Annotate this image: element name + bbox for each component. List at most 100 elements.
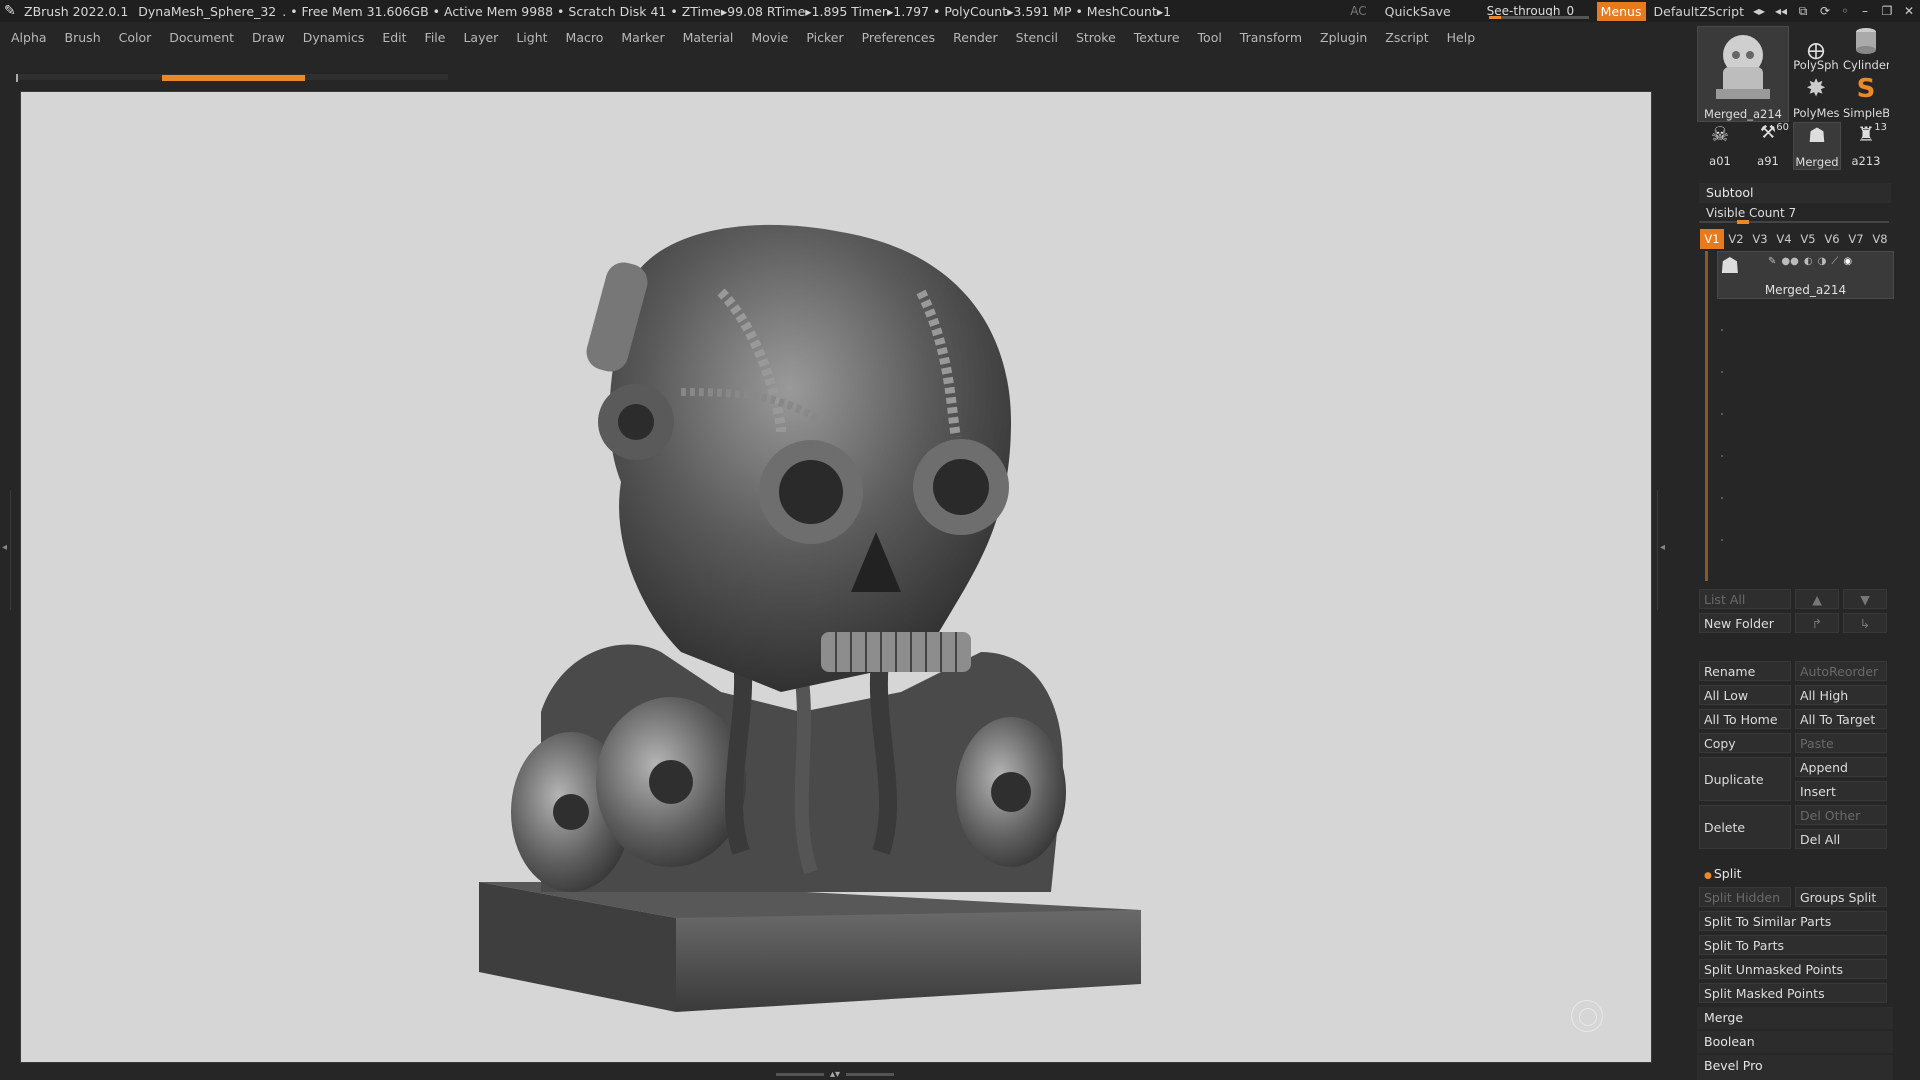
menu-texture[interactable]: Texture [1123,30,1187,45]
gyro-navigation-icon[interactable] [1571,1000,1603,1032]
menu-edit[interactable]: Edit [371,30,413,45]
current-tool-thumbnail[interactable]: Merged_a214 [1697,26,1789,122]
solo-toggle-icon[interactable]: ◐ [1804,256,1813,267]
menu-layer[interactable]: Layer [452,30,505,45]
menu-preferences[interactable]: Preferences [851,30,943,45]
all-high-button[interactable]: All High [1795,685,1887,705]
move-up-arrow-icon[interactable]: ▲ [1795,589,1839,609]
split-unmasked-points-button[interactable]: Split Unmasked Points [1699,959,1887,979]
split-hidden-button[interactable]: Split Hidden [1699,887,1791,907]
menu-macro[interactable]: Macro [555,30,611,45]
restore-icon[interactable]: ❐ [1876,4,1898,18]
duplicate-button[interactable]: Duplicate [1699,757,1791,801]
list-all-button[interactable]: List All [1699,589,1791,609]
tab-v3[interactable]: V3 [1748,229,1772,249]
tool-a91[interactable]: 60 ⚒ a91 [1745,122,1791,168]
tab-v7[interactable]: V7 [1844,229,1868,249]
menu-zscript[interactable]: Zscript [1374,30,1435,45]
bottom-tray-handle[interactable]: ▴▾ [770,1069,900,1080]
folder-out-icon[interactable]: ↱ [1795,613,1839,633]
folder-in-icon[interactable]: ↳ [1843,613,1887,633]
tab-v6[interactable]: V6 [1820,229,1844,249]
subtool-list-scrollbar[interactable] [1705,251,1708,581]
layout-swap-icon[interactable]: ⧉ [1792,4,1814,19]
quicksave-button[interactable]: QuickSave [1377,4,1459,19]
menu-picker[interactable]: Picker [795,30,850,45]
help-circle-icon[interactable]: ◦ [1836,4,1854,18]
merge-section-header[interactable]: Merge [1697,1007,1893,1029]
minimize-icon[interactable]: – [1854,4,1876,18]
split-masked-points-button[interactable]: Split Masked Points [1699,983,1887,1003]
tool-simplebrush[interactable]: S SimpleB [1843,74,1889,120]
menu-help[interactable]: Help [1436,30,1483,45]
layout-wide-icon[interactable]: ◂◂ [1770,4,1792,18]
tool-a213[interactable]: 13 ♜ a213 [1843,122,1889,168]
tool-cylinder[interactable]: Cylinder [1843,26,1889,72]
rename-button[interactable]: Rename [1699,661,1791,681]
menu-render[interactable]: Render [942,30,1005,45]
groups-split-button[interactable]: Groups Split [1795,887,1887,907]
menu-document[interactable]: Document [158,30,241,45]
lock-toggle-icon[interactable]: ⟋ [1831,256,1838,267]
tool-polysphere[interactable]: 🜨 PolySph [1793,26,1839,72]
menu-material[interactable]: Material [672,30,741,45]
append-button[interactable]: Append [1795,757,1887,777]
tab-v4[interactable]: V4 [1772,229,1796,249]
menu-light[interactable]: Light [505,30,554,45]
menu-alpha[interactable]: Alpha [0,30,54,45]
new-folder-button[interactable]: New Folder [1699,613,1791,633]
menu-stencil[interactable]: Stencil [1005,30,1065,45]
insert-button[interactable]: Insert [1795,781,1887,801]
all-to-home-button[interactable]: All To Home [1699,709,1791,729]
tab-v1[interactable]: V1 [1700,229,1724,249]
tab-v8[interactable]: V8 [1868,229,1892,249]
menu-brush[interactable]: Brush [54,30,108,45]
tool-a01[interactable]: ☠ a01 [1697,122,1743,168]
menu-marker[interactable]: Marker [610,30,671,45]
menu-movie[interactable]: Movie [740,30,795,45]
visible-count-slider[interactable]: Visible Count 7 [1699,204,1891,222]
see-through-slider[interactable]: See-through 0 [1481,0,1593,22]
move-down-arrow-icon[interactable]: ▼ [1843,589,1887,609]
tab-v5[interactable]: V5 [1796,229,1820,249]
ac-indicator[interactable]: AC [1340,4,1376,18]
subtool-header[interactable]: Subtool [1699,183,1891,203]
del-other-button[interactable]: Del Other [1795,805,1887,825]
menu-transform[interactable]: Transform [1229,30,1309,45]
all-low-button[interactable]: All Low [1699,685,1791,705]
tool-merged[interactable]: ☗ Merged [1793,122,1841,170]
boolean-section-header[interactable]: Boolean [1697,1031,1893,1053]
menu-stroke[interactable]: Stroke [1065,30,1123,45]
copy-button[interactable]: Copy [1699,733,1791,753]
tool-polymesh[interactable]: ✸ PolyMes [1793,74,1839,120]
menus-toggle-button[interactable]: Menus [1596,1,1646,21]
split-to-similar-parts-button[interactable]: Split To Similar Parts [1699,911,1887,931]
brush-toggle-icon[interactable]: ✎ [1768,256,1776,267]
delete-button[interactable]: Delete [1699,805,1791,849]
right-tray-handle[interactable]: ◂ [1657,490,1666,610]
left-tray-handle[interactable]: ◂ [2,490,11,610]
del-all-button[interactable]: Del All [1795,829,1887,849]
subtool-item[interactable]: ☗ ✎ ●● ◐ ◑ ⟋ ◉ Merged_a214 [1717,251,1894,299]
layout-reset-icon[interactable]: ⟳ [1814,4,1836,18]
split-section-header[interactable]: ● Split [1697,863,1893,885]
close-icon[interactable]: ✕ [1898,4,1920,18]
bevel-pro-section-header[interactable]: Bevel Pro [1697,1055,1893,1077]
menu-tool[interactable]: Tool [1187,30,1229,45]
menu-draw[interactable]: Draw [241,30,292,45]
align-section-header[interactable]: Align [1697,1076,1893,1080]
eye-icon[interactable]: ◉ [1843,256,1852,267]
menu-dynamics[interactable]: Dynamics [292,30,372,45]
menu-file[interactable]: File [414,30,453,45]
layout-narrow-icon[interactable]: ◂▸ [1748,4,1770,18]
split-to-parts-button[interactable]: Split To Parts [1699,935,1887,955]
all-to-target-button[interactable]: All To Target [1795,709,1887,729]
menu-color[interactable]: Color [108,30,159,45]
transparency-toggle-icon[interactable]: ◑ [1818,256,1827,267]
tab-v2[interactable]: V2 [1724,229,1748,249]
polypaint-toggle-icon[interactable]: ●● [1781,256,1798,267]
menu-zplugin[interactable]: Zplugin [1309,30,1374,45]
default-zscript-button[interactable]: DefaultZScript [1650,4,1749,19]
paste-button[interactable]: Paste [1795,733,1887,753]
document-canvas[interactable] [20,91,1652,1063]
